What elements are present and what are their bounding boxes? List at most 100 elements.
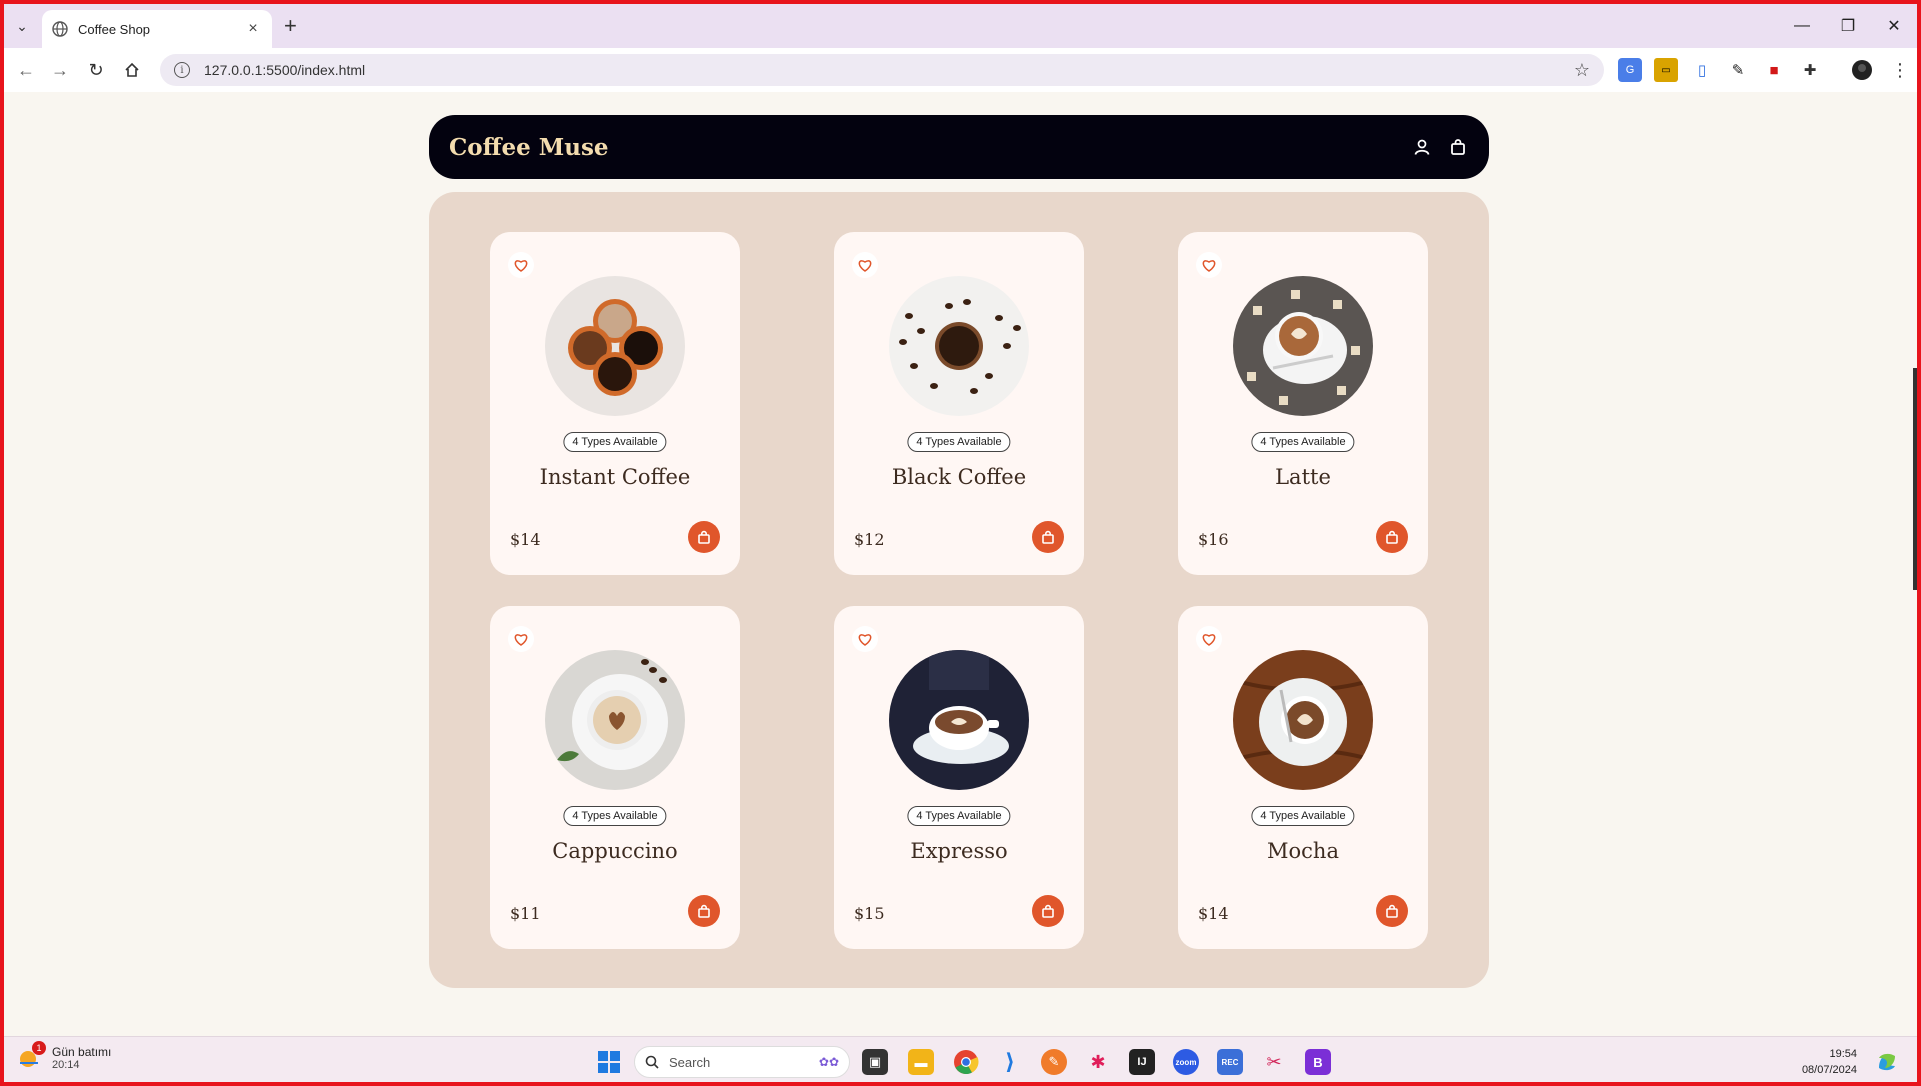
- url-text[interactable]: 127.0.0.1:5500/index.html: [204, 62, 1574, 78]
- globe-icon: [52, 21, 68, 37]
- draw-app-icon[interactable]: ✎: [1041, 1049, 1067, 1075]
- shopping-bag-icon: [697, 904, 711, 918]
- windows-taskbar: 1 Gün batımı 20:14 Search ✿✿ ▣ ▬ ⟩ ✎ ✱ I…: [4, 1036, 1917, 1082]
- latte-photo: [1233, 276, 1373, 416]
- weather-widget[interactable]: 1 Gün batımı 20:14: [16, 1041, 112, 1071]
- favorite-heart-icon[interactable]: [508, 626, 534, 652]
- vscode-icon[interactable]: ⟩: [997, 1049, 1023, 1075]
- browser-toolbar: ← → ↻ i 127.0.0.1:5500/index.html ☆ G ▭ …: [4, 48, 1917, 92]
- product-catalog: 4 Types Available Instant Coffee $14 4 Type…: [429, 192, 1489, 988]
- clipboard-extension-icon[interactable]: ▯: [1690, 58, 1714, 82]
- product-card[interactable]: 4 Types Available Black Coffee $12: [834, 232, 1084, 575]
- product-card[interactable]: 4 Types Available Cappuccino $11: [490, 606, 740, 949]
- forward-arrow-icon[interactable]: →: [48, 58, 72, 82]
- snipping-tool-icon[interactable]: ✂: [1261, 1049, 1287, 1075]
- add-to-cart-button[interactable]: [1032, 895, 1064, 927]
- site-navbar: Coffee Muse: [429, 115, 1489, 179]
- browser-menu-icon[interactable]: ⋮: [1888, 58, 1912, 82]
- add-to-cart-button[interactable]: [1376, 895, 1408, 927]
- close-window-icon[interactable]: ✕: [1871, 4, 1917, 48]
- product-name: Cappuccino: [552, 839, 678, 863]
- site-info-icon[interactable]: i: [174, 62, 190, 78]
- tab-close-icon[interactable]: ×: [244, 20, 262, 38]
- product-card[interactable]: 4 Types Available Latte $16: [1178, 232, 1428, 575]
- product-price: $14: [1198, 904, 1229, 923]
- user-icon[interactable]: [1411, 136, 1433, 158]
- shopping-bag-icon: [1041, 904, 1055, 918]
- add-to-cart-button[interactable]: [688, 895, 720, 927]
- home-icon[interactable]: [120, 58, 144, 82]
- bookmark-star-icon[interactable]: ☆: [1574, 60, 1590, 81]
- product-name: Instant Coffee: [539, 465, 691, 489]
- system-clock[interactable]: 19:54 08/07/2024: [1802, 1046, 1857, 1078]
- windows-start-icon[interactable]: [596, 1049, 622, 1075]
- search-icon: [645, 1055, 659, 1069]
- file-explorer-icon[interactable]: ▬: [908, 1049, 934, 1075]
- favorite-heart-icon[interactable]: [508, 252, 534, 278]
- shopping-bag-icon: [1041, 530, 1055, 544]
- mocha-photo: [1233, 650, 1373, 790]
- tab-title: Coffee Shop: [78, 21, 151, 37]
- favorite-heart-icon[interactable]: [1196, 252, 1222, 278]
- search-highlight-icon: ✿✿: [818, 1055, 839, 1069]
- slack-icon[interactable]: ✱: [1085, 1049, 1111, 1075]
- bootstrap-icon[interactable]: B: [1305, 1049, 1331, 1075]
- expresso-photo: [889, 650, 1029, 790]
- intellij-icon[interactable]: IJ: [1129, 1049, 1155, 1075]
- product-price: $11: [510, 904, 541, 923]
- favorite-heart-icon[interactable]: [852, 252, 878, 278]
- product-name: Mocha: [1267, 839, 1339, 863]
- extensions-puzzle-icon[interactable]: ✚: [1798, 58, 1822, 82]
- product-name: Expresso: [910, 839, 1008, 863]
- instant-coffee-photo: [545, 276, 685, 416]
- new-tab-button[interactable]: +: [284, 15, 297, 37]
- folder-extension-icon[interactable]: ▭: [1654, 58, 1678, 82]
- address-bar[interactable]: i 127.0.0.1:5500/index.html ☆: [160, 54, 1604, 86]
- product-card[interactable]: 4 Types Available Expresso $15: [834, 606, 1084, 949]
- color-picker-extension-icon[interactable]: ✎: [1726, 58, 1750, 82]
- brand-logo-text[interactable]: Coffee Muse: [449, 134, 1397, 161]
- page-scrollbar-thumb[interactable]: [1913, 368, 1917, 590]
- search-placeholder: Search: [669, 1054, 711, 1070]
- favorite-heart-icon[interactable]: [852, 626, 878, 652]
- product-name: Black Coffee: [891, 465, 1027, 489]
- translate-extension-icon[interactable]: G: [1618, 58, 1642, 82]
- availability-badge: 4 Types Available: [907, 806, 1011, 826]
- availability-badge: 4 Types Available: [563, 806, 667, 826]
- shopping-bag-icon: [1385, 530, 1399, 544]
- shopping-bag-icon: [1385, 904, 1399, 918]
- add-to-cart-button[interactable]: [1032, 521, 1064, 553]
- cappuccino-photo: [545, 650, 685, 790]
- taskbar-search-box[interactable]: Search ✿✿: [634, 1046, 850, 1078]
- add-to-cart-button[interactable]: [688, 521, 720, 553]
- shopping-bag-icon[interactable]: [1447, 136, 1469, 158]
- browser-tab[interactable]: Coffee Shop ×: [42, 10, 272, 48]
- off-extension-icon[interactable]: ■: [1762, 58, 1786, 82]
- favorite-heart-icon[interactable]: [1196, 626, 1222, 652]
- product-card[interactable]: 4 Types Available Instant Coffee $14: [490, 232, 740, 575]
- zoom-icon[interactable]: zoom: [1173, 1049, 1199, 1075]
- reload-icon[interactable]: ↻: [84, 58, 108, 82]
- weather-title: Gün batımı: [52, 1045, 112, 1059]
- copilot-icon[interactable]: [1874, 1049, 1900, 1075]
- tab-search-chevron-icon[interactable]: ⌄: [12, 16, 32, 36]
- chrome-icon[interactable]: [953, 1049, 979, 1075]
- browser-tab-bar: ⌄ Coffee Shop × + — ❐ ✕: [4, 4, 1917, 48]
- product-name: Latte: [1275, 465, 1331, 489]
- back-arrow-icon[interactable]: ←: [14, 58, 38, 82]
- availability-badge: 4 Types Available: [563, 432, 667, 452]
- sunset-weather-icon: 1: [16, 1041, 46, 1071]
- clock-time: 19:54: [1829, 1048, 1857, 1060]
- screen-frame: ⌄ Coffee Shop × + — ❐ ✕ ← → ↻ i 127.0.0.…: [0, 0, 1921, 1086]
- product-card[interactable]: 4 Types Available Mocha $14: [1178, 606, 1428, 949]
- recorder-icon[interactable]: REC: [1217, 1049, 1243, 1075]
- product-price: $12: [854, 530, 885, 549]
- minimize-icon[interactable]: —: [1779, 4, 1825, 48]
- profile-avatar-icon[interactable]: [1850, 58, 1874, 82]
- add-to-cart-button[interactable]: [1376, 521, 1408, 553]
- task-view-icon[interactable]: ▣: [862, 1049, 888, 1075]
- product-price: $15: [854, 904, 885, 923]
- restore-icon[interactable]: ❐: [1825, 4, 1871, 48]
- window-controls: — ❐ ✕: [1779, 4, 1917, 48]
- clock-date: 08/07/2024: [1801, 1064, 1857, 1076]
